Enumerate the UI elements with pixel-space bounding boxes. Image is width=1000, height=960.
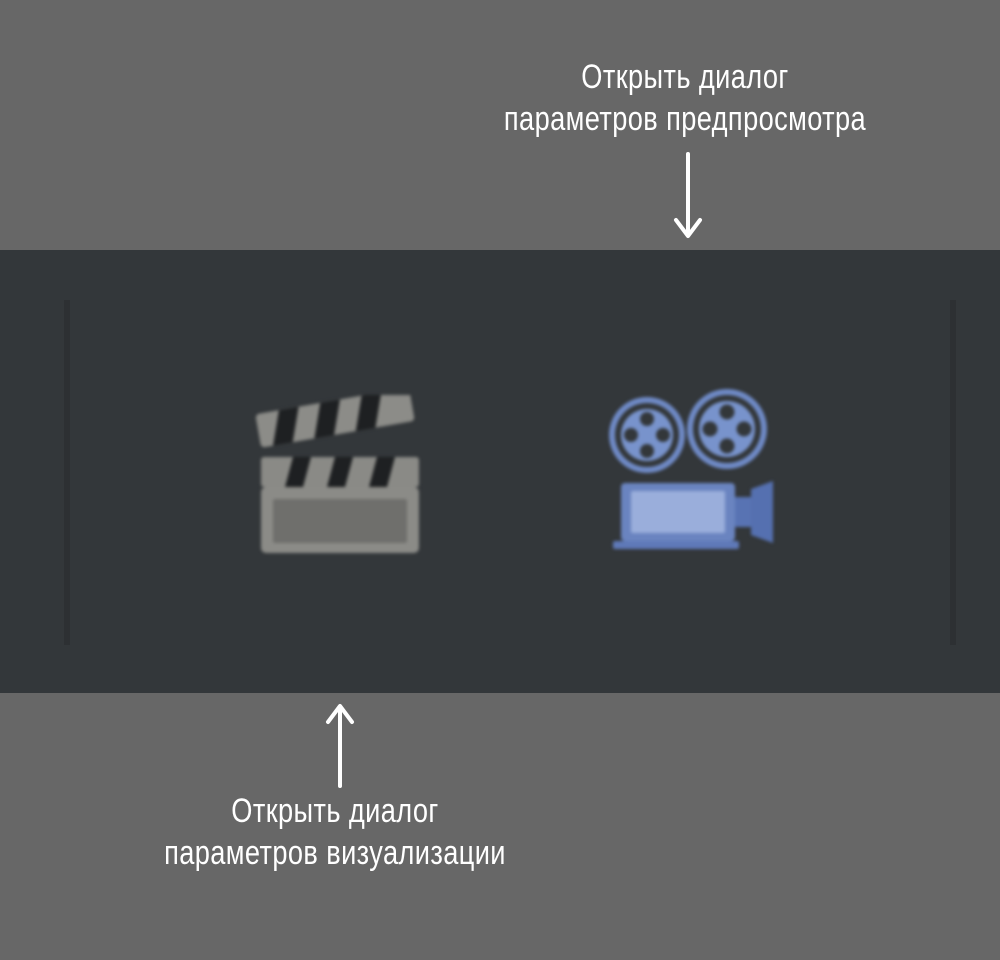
arrow-up-icon	[326, 704, 354, 788]
render-dialog-callout: Открыть диалог параметров визуализации	[131, 790, 539, 874]
preview-callout-line1: Открыть диалог	[581, 58, 789, 96]
toolbar-divider	[64, 300, 70, 645]
render-callout-line1: Открыть диалог	[231, 792, 439, 830]
preview-dialog-callout: Открыть диалог параметров предпросмотра	[473, 56, 897, 140]
toolbar-divider	[950, 300, 956, 645]
clapperboard-icon	[255, 395, 419, 553]
arrow-down-icon	[674, 152, 702, 238]
render-settings-button[interactable]	[235, 380, 435, 580]
preview-callout-line2: параметров предпросмотра	[503, 100, 867, 138]
render-toolbar	[0, 250, 1000, 693]
render-callout-line2: параметров визуализации	[164, 834, 506, 872]
movie-camera-icon	[609, 389, 773, 549]
preview-settings-button[interactable]	[590, 375, 790, 575]
